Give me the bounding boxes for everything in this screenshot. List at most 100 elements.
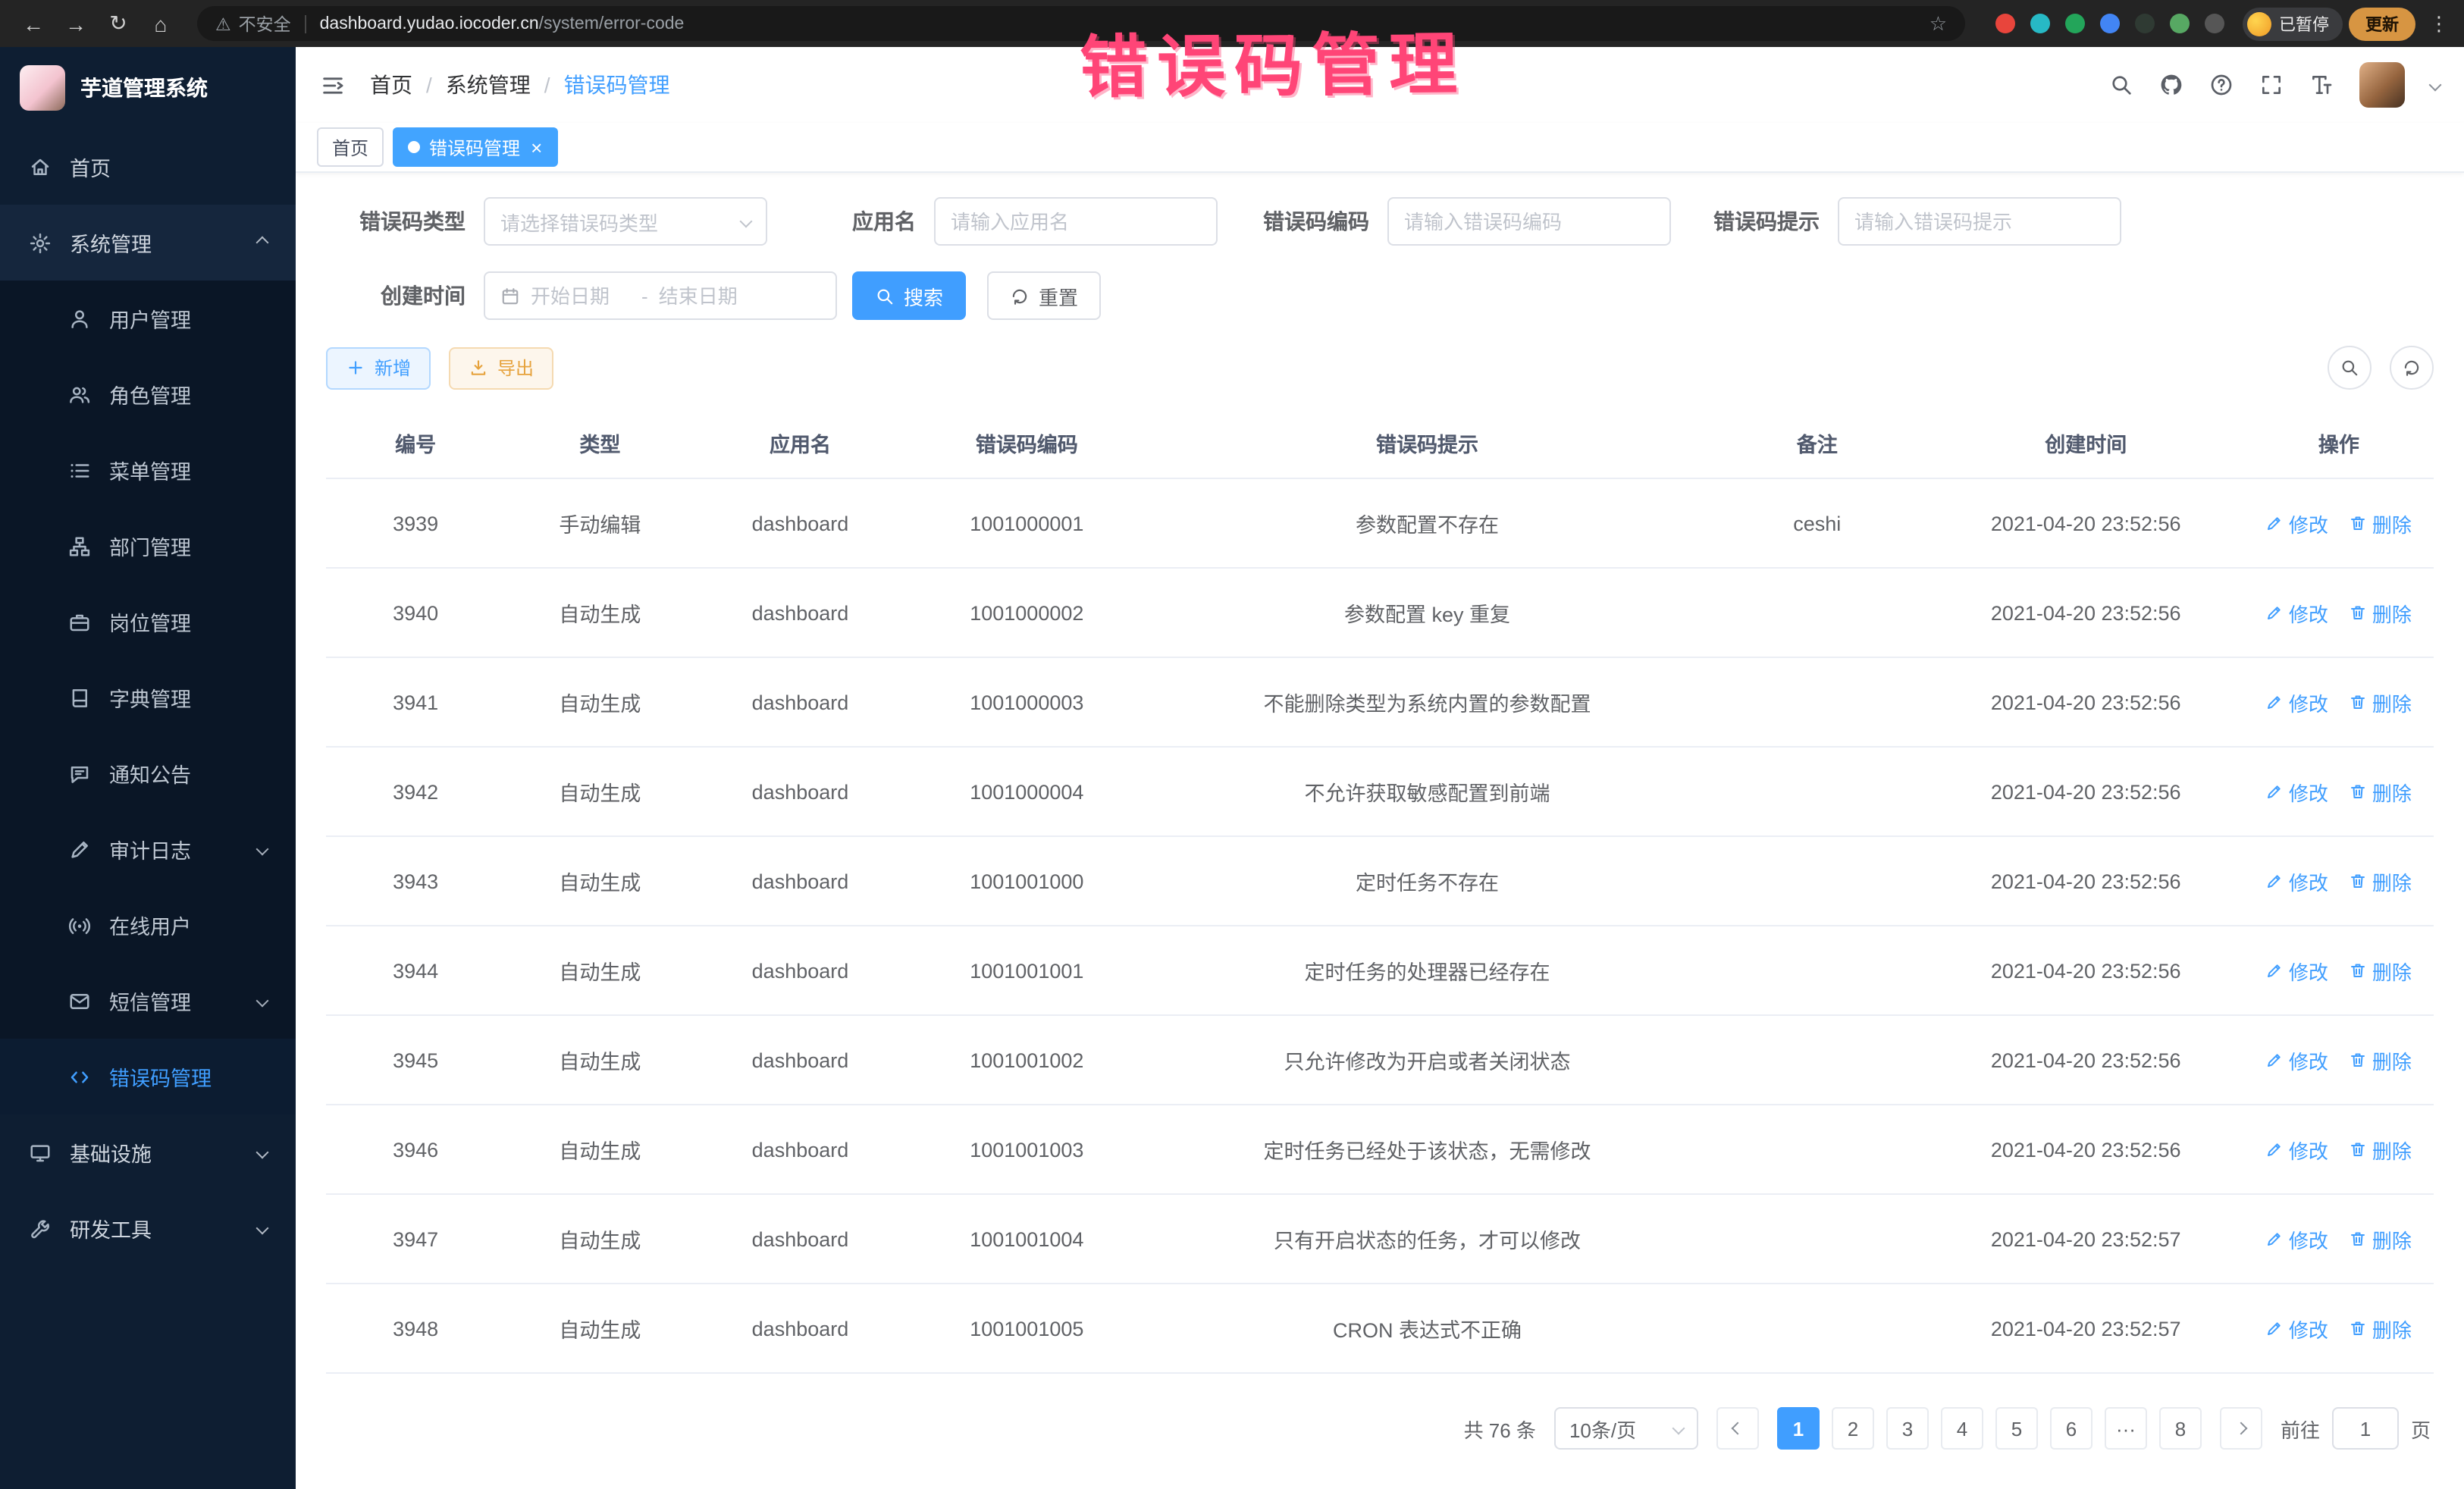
extension-icon[interactable] xyxy=(2205,14,2224,33)
users-icon xyxy=(68,383,91,406)
chevron-down-icon[interactable] xyxy=(2429,79,2442,92)
delete-link[interactable]: 删除 xyxy=(2350,688,2412,716)
refresh-table-button[interactable] xyxy=(2390,346,2434,390)
delete-link[interactable]: 删除 xyxy=(2350,598,2412,627)
next-page-button[interactable] xyxy=(2220,1407,2262,1450)
error-type-select[interactable]: 请选择错误码类型 xyxy=(484,197,767,246)
extension-icon[interactable] xyxy=(2100,14,2120,33)
sidebar-item-audit-log[interactable]: 审计日志 xyxy=(0,811,296,887)
delete-link[interactable]: 删除 xyxy=(2350,956,2412,985)
sidebar-item-user-management[interactable]: 用户管理 xyxy=(0,281,296,356)
edit-link[interactable]: 修改 xyxy=(2266,688,2328,716)
extension-icon[interactable] xyxy=(2030,14,2050,33)
page-button[interactable]: ··· xyxy=(2105,1407,2147,1450)
show-search-icon-button[interactable] xyxy=(2328,346,2372,390)
extension-icon[interactable] xyxy=(2135,14,2155,33)
delete-link[interactable]: 删除 xyxy=(2350,1314,2412,1343)
delete-link[interactable]: 删除 xyxy=(2350,1224,2412,1253)
trash-icon xyxy=(2350,1140,2368,1158)
error-code-input[interactable] xyxy=(1387,197,1671,246)
goto-page-input[interactable] xyxy=(2332,1407,2399,1450)
page-button[interactable]: 1 xyxy=(1777,1407,1820,1450)
sidebar-item-post-management[interactable]: 岗位管理 xyxy=(0,584,296,660)
help-icon[interactable] xyxy=(2209,73,2234,97)
avatar[interactable] xyxy=(2359,62,2405,108)
end-date-input[interactable] xyxy=(659,284,759,307)
edit-link[interactable]: 修改 xyxy=(2266,1135,2328,1164)
sidebar-item-error-code-management[interactable]: 错误码管理 xyxy=(0,1039,296,1114)
edit-link[interactable]: 修改 xyxy=(2266,956,2328,985)
start-date-input[interactable] xyxy=(531,284,631,307)
security-status[interactable]: ⚠ 不安全 xyxy=(215,11,291,36)
close-icon[interactable]: × xyxy=(531,136,542,158)
sidebar-item-role-management[interactable]: 角色管理 xyxy=(0,356,296,432)
github-icon[interactable] xyxy=(2159,73,2183,97)
page-size-select[interactable]: 10条/页 xyxy=(1554,1407,1698,1450)
hamburger-icon[interactable] xyxy=(320,72,346,98)
extension-icon[interactable] xyxy=(1995,14,2015,33)
breadcrumb-home[interactable]: 首页 xyxy=(370,70,412,100)
sidebar-item-infrastructure[interactable]: 基础设施 xyxy=(0,1114,296,1190)
sidebar-item-menu-management[interactable]: 菜单管理 xyxy=(0,432,296,508)
edit-link[interactable]: 修改 xyxy=(2266,867,2328,895)
sidebar-item-sms-management[interactable]: 短信管理 xyxy=(0,963,296,1039)
breadcrumb-system[interactable]: 系统管理 xyxy=(446,70,531,100)
delete-link[interactable]: 删除 xyxy=(2350,867,2412,895)
date-range-picker[interactable]: - xyxy=(484,271,837,320)
fullscreen-icon[interactable] xyxy=(2259,73,2284,97)
edit-link[interactable]: 修改 xyxy=(2266,1224,2328,1253)
col-code: 错误码编码 xyxy=(905,408,1148,478)
cell-id: 3948 xyxy=(326,1284,505,1373)
font-size-icon[interactable] xyxy=(2309,73,2334,97)
sidebar-item-home[interactable]: 首页 xyxy=(0,129,296,205)
tab-home[interactable]: 首页 xyxy=(317,127,384,167)
search-icon[interactable] xyxy=(2109,73,2133,97)
trash-icon xyxy=(2350,693,2368,711)
bookmark-star-icon[interactable]: ☆ xyxy=(1930,11,1947,36)
edit-link[interactable]: 修改 xyxy=(2266,777,2328,806)
delete-link[interactable]: 删除 xyxy=(2350,777,2412,806)
sidebar-item-dev-tools[interactable]: 研发工具 xyxy=(0,1190,296,1266)
reset-button[interactable]: 重置 xyxy=(987,271,1101,320)
page-button[interactable]: 8 xyxy=(2159,1407,2202,1450)
search-button[interactable]: 搜索 xyxy=(852,271,966,320)
sidebar-item-dict-management[interactable]: 字典管理 xyxy=(0,660,296,735)
delete-link[interactable]: 删除 xyxy=(2350,1135,2412,1164)
app-name-input[interactable] xyxy=(934,197,1218,246)
page-button[interactable]: 6 xyxy=(2050,1407,2093,1450)
sidebar-item-online-users[interactable]: 在线用户 xyxy=(0,887,296,963)
app-logo[interactable]: 芋道管理系统 xyxy=(0,47,296,129)
page-button[interactable]: 3 xyxy=(1886,1407,1929,1450)
extension-icon[interactable] xyxy=(2065,14,2085,33)
trash-icon xyxy=(2350,782,2368,801)
add-button[interactable]: 新增 xyxy=(326,346,431,389)
delete-link[interactable]: 删除 xyxy=(2350,1045,2412,1074)
browser-menu-icon[interactable]: ⋮ xyxy=(2429,11,2449,36)
address-bar[interactable]: ⚠ 不安全 dashboard.yudao.iocoder.cn /system… xyxy=(197,6,1965,41)
cell-code: 1001000004 xyxy=(905,747,1148,836)
sidebar-item-system-management[interactable]: 系统管理 xyxy=(0,205,296,281)
back-icon[interactable]: ← xyxy=(15,5,52,42)
sidebar-item-notice[interactable]: 通知公告 xyxy=(0,735,296,811)
browser-home-icon[interactable]: ⌂ xyxy=(143,5,179,42)
prev-page-button[interactable] xyxy=(1716,1407,1759,1450)
page-button[interactable]: 2 xyxy=(1832,1407,1874,1450)
page-button[interactable]: 4 xyxy=(1941,1407,1983,1450)
sidebar-item-dept-management[interactable]: 部门管理 xyxy=(0,508,296,584)
edit-label: 修改 xyxy=(2289,777,2328,806)
update-button[interactable]: 更新 xyxy=(2349,7,2415,40)
edit-link[interactable]: 修改 xyxy=(2266,509,2328,538)
export-button[interactable]: 导出 xyxy=(449,346,553,389)
reload-icon[interactable]: ↻ xyxy=(100,5,136,42)
edit-link[interactable]: 修改 xyxy=(2266,1045,2328,1074)
tab-error-code[interactable]: 错误码管理 × xyxy=(393,127,557,167)
profile-chip[interactable]: 已暂停 xyxy=(2243,7,2343,40)
page-button[interactable]: 5 xyxy=(1995,1407,2038,1450)
error-message-input[interactable] xyxy=(1838,197,2121,246)
edit-link[interactable]: 修改 xyxy=(2266,598,2328,627)
forward-icon[interactable]: → xyxy=(58,5,94,42)
delete-link[interactable]: 删除 xyxy=(2350,509,2412,538)
edit-link[interactable]: 修改 xyxy=(2266,1314,2328,1343)
table-header-row: 编号 类型 应用名 错误码编码 错误码提示 备注 创建时间 操作 xyxy=(326,408,2434,478)
extension-icon[interactable] xyxy=(2170,14,2190,33)
